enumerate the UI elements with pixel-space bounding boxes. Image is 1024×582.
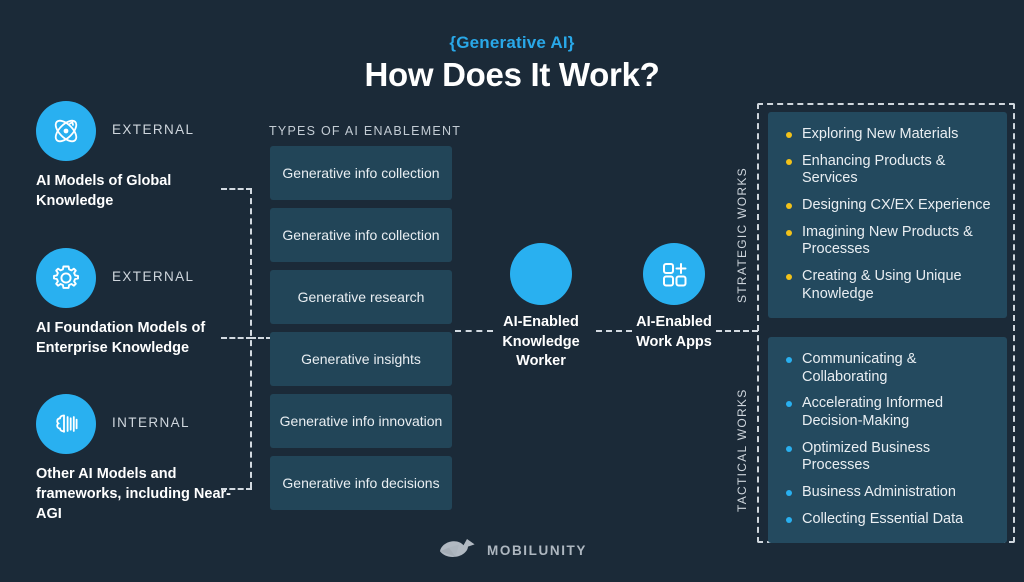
source-kind-label: EXTERNAL xyxy=(112,269,195,284)
enablement-box[interactable]: Generative research xyxy=(270,270,452,324)
source-title: Other AI Models and frameworks, includin… xyxy=(36,466,231,522)
apps-grid-plus-icon xyxy=(643,243,705,305)
enablement-box[interactable]: Generative info collection xyxy=(270,208,452,262)
tactical-bullet: Optimized Business Processes xyxy=(784,440,993,475)
source-title: AI Foundation Models of Enterprise Knowl… xyxy=(36,320,206,356)
page-title: How Does It Work? xyxy=(364,56,660,93)
node-knowledge-worker[interactable]: AI-Enabled Knowledge Worker xyxy=(502,243,580,369)
left-branch-mid xyxy=(221,337,252,339)
tactical-works-panel: Communicating & Collaborating Accelerati… xyxy=(768,337,1007,543)
source-kind-label: INTERNAL xyxy=(112,415,190,430)
left-branch-top xyxy=(221,188,252,190)
enablement-box[interactable]: Generative info collection xyxy=(270,146,452,200)
strategic-bullet: Enhancing Products & Services xyxy=(784,153,993,188)
source-title: AI Models of Global Knowledge xyxy=(36,173,172,209)
source-kind-label: EXTERNAL xyxy=(112,122,195,137)
strategic-axis-label: STRATEGIC WORKS xyxy=(735,167,749,303)
tactical-bullet: Communicating & Collaborating xyxy=(784,351,993,386)
infographic-canvas: {Generative AI} How Does It Work? EXTERN… xyxy=(0,0,1024,582)
enablement-box[interactable]: Generative insights xyxy=(270,332,452,386)
brand-name: MOBILUNITY xyxy=(487,543,587,558)
strategic-bullet: Designing CX/EX Experience xyxy=(784,197,993,215)
strategic-works-panel: Exploring New Materials Enhancing Produc… xyxy=(768,112,1007,318)
gear-icon xyxy=(36,248,96,308)
solid-circle-icon xyxy=(510,243,572,305)
node-work-apps[interactable]: AI-Enabled Work Apps xyxy=(636,243,712,350)
spine-to-boxes-connector xyxy=(250,337,272,339)
tactical-bullet: Business Administration xyxy=(784,484,993,502)
left-branch-bottom xyxy=(221,488,252,490)
eyebrow-label: {Generative AI} xyxy=(449,33,575,52)
worker-to-apps-connector xyxy=(596,330,632,332)
strategic-bullet: Imagining New Products & Processes xyxy=(784,224,993,259)
tactical-bullet: Collecting Essential Data xyxy=(784,511,993,529)
apps-to-outcomes-connector xyxy=(716,330,758,332)
tactical-axis-label: TACTICAL WORKS xyxy=(735,388,749,512)
strategic-bullet: Creating & Using Unique Knowledge xyxy=(784,268,993,303)
node-label: AI-Enabled Work Apps xyxy=(636,314,712,350)
enablement-box[interactable]: Generative info innovation xyxy=(270,394,452,448)
enablement-box[interactable]: Generative info decisions xyxy=(270,456,452,510)
brain-icon xyxy=(36,394,96,454)
tactical-bullet: Accelerating Informed Decision-Making xyxy=(784,395,993,430)
enablement-heading: TYPES OF AI ENABLEMENT xyxy=(269,124,462,138)
footer-brand: MOBILUNITY xyxy=(0,536,1024,565)
atom-icon xyxy=(36,101,96,161)
whale-logo-icon xyxy=(437,536,477,565)
strategic-bullet: Exploring New Materials xyxy=(784,126,993,144)
